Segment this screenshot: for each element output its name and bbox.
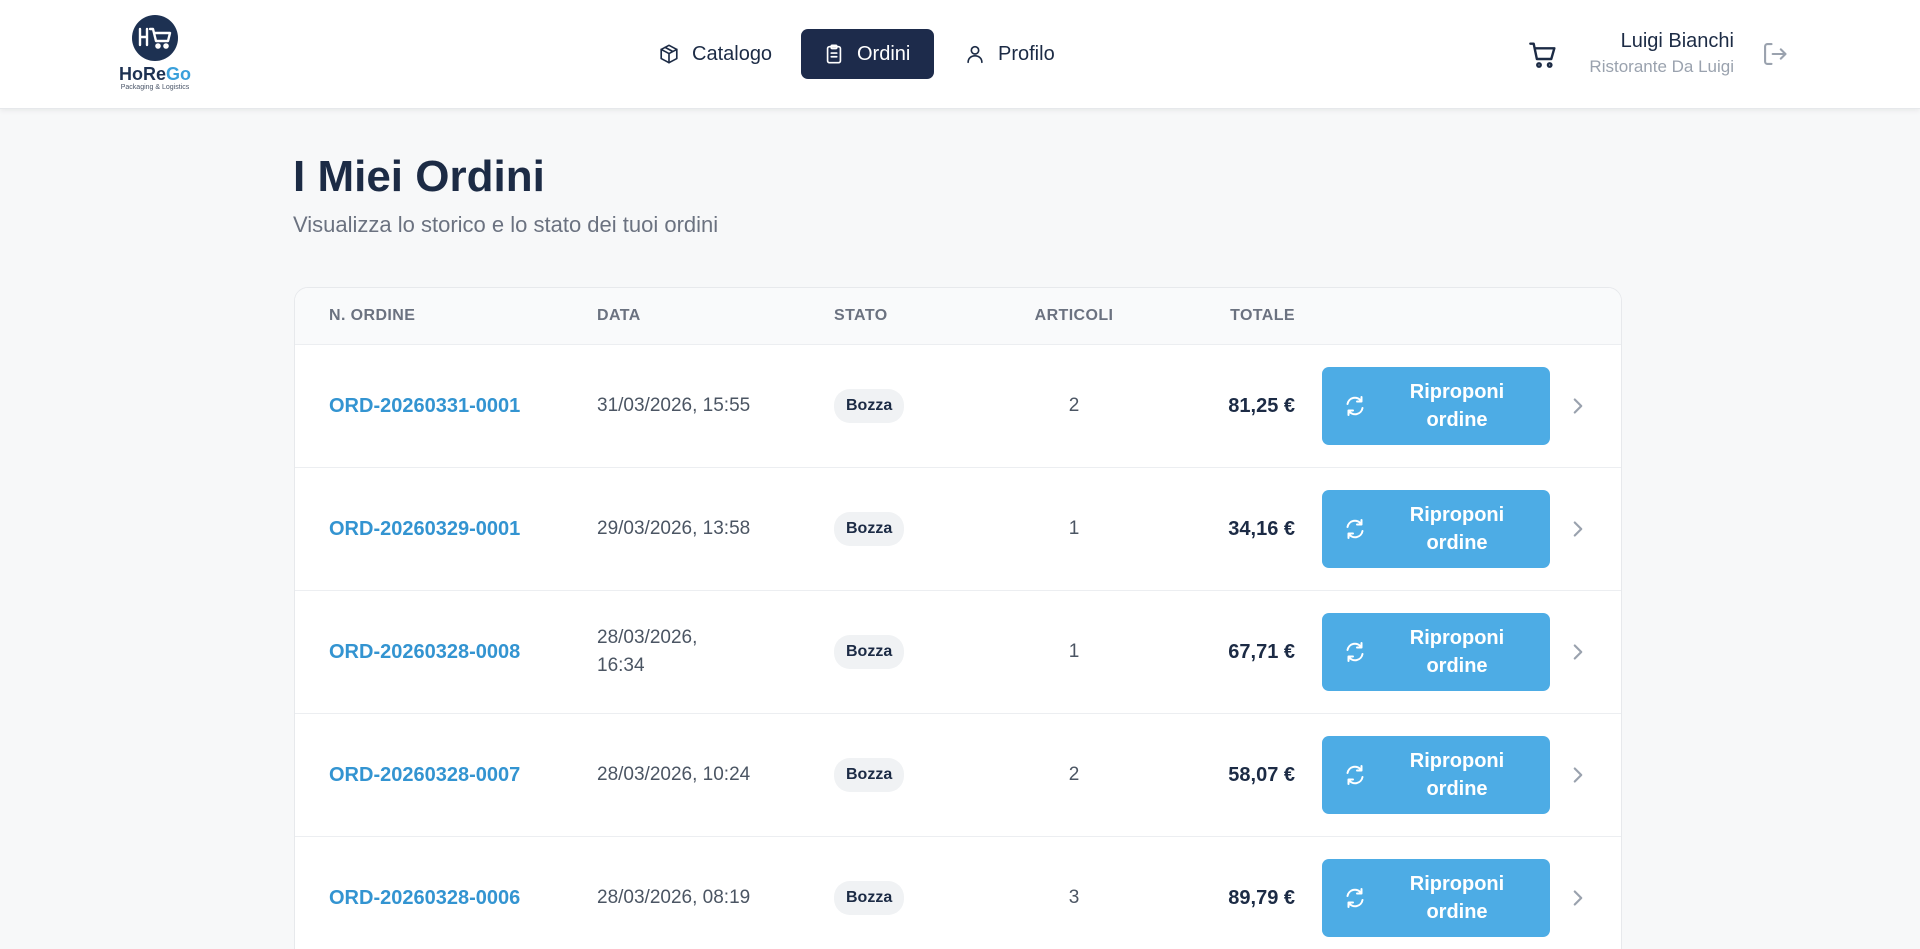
nav-ordini-label: Ordini xyxy=(857,42,911,65)
order-number-link[interactable]: ORD-20260328-0006 xyxy=(329,837,541,949)
table-row[interactable]: ORD-20260329-0001 29/03/2026, 13:58 Bozz… xyxy=(295,468,1621,591)
status-badge: Bozza xyxy=(834,758,905,792)
reorder-button-label: Riproponi ordine xyxy=(1409,381,1505,431)
column-header-total: TOTALE xyxy=(1230,307,1295,324)
box-icon xyxy=(660,44,678,64)
order-items-count: 3 xyxy=(1068,887,1080,908)
order-total: 34,16 € xyxy=(1228,517,1295,540)
order-number-link[interactable]: ORD-20260329-0001 xyxy=(329,468,541,590)
reorder-button[interactable]: Riproponi ordine xyxy=(1322,367,1550,445)
table-row[interactable]: ORD-20260328-0006 28/03/2026, 08:19 Bozz… xyxy=(295,837,1621,949)
page-title: I Miei Ordini xyxy=(293,152,545,201)
table-header: N. ORDINE DATA STATO ARTICOLI TOTALE xyxy=(295,288,1621,345)
chevron-right-icon[interactable] xyxy=(1565,516,1591,542)
refresh-icon xyxy=(1346,642,1364,662)
status-badge: Bozza xyxy=(834,512,905,546)
nav-profilo[interactable]: Profilo xyxy=(960,29,1072,79)
orders-table: N. ORDINE DATA STATO ARTICOLI TOTALE ORD… xyxy=(294,287,1622,949)
refresh-icon xyxy=(1346,519,1364,539)
order-date: 28/03/2026, 16:34 xyxy=(597,627,698,676)
column-header-number: N. ORDINE xyxy=(329,307,416,324)
reorder-button[interactable]: Riproponi ordine xyxy=(1322,736,1550,814)
logout-button[interactable] xyxy=(1761,40,1789,68)
status-cell: Bozza xyxy=(834,468,905,590)
table-row[interactable]: ORD-20260331-0001 31/03/2026, 15:55 Bozz… xyxy=(295,345,1621,468)
order-items-count: 1 xyxy=(1068,518,1080,539)
table-row[interactable]: ORD-20260328-0008 28/03/2026, 16:34 Bozz… xyxy=(295,591,1621,714)
order-total: 89,79 € xyxy=(1228,886,1295,909)
order-date: 31/03/2026, 15:55 xyxy=(597,395,751,416)
order-total: 81,25 € xyxy=(1228,394,1295,417)
status-cell: Bozza xyxy=(834,591,905,713)
status-cell: Bozza xyxy=(834,714,905,836)
refresh-icon xyxy=(1346,888,1364,908)
status-badge: Bozza xyxy=(834,881,905,915)
reorder-button[interactable]: Riproponi ordine xyxy=(1322,613,1550,691)
top-navbar: HoReGo Packaging & Logistics Catalogo Or… xyxy=(0,0,1920,109)
status-cell: Bozza xyxy=(834,345,905,467)
order-total: 67,71 € xyxy=(1228,640,1295,663)
status-cell: Bozza xyxy=(834,837,905,949)
reorder-button[interactable]: Riproponi ordine xyxy=(1322,490,1550,568)
column-header-status: STATO xyxy=(834,307,888,324)
order-date: 28/03/2026, 08:19 xyxy=(597,887,751,908)
nav-ordini[interactable]: Ordini xyxy=(801,29,934,79)
reorder-button-label: Riproponi ordine xyxy=(1409,504,1505,554)
order-number-link[interactable]: ORD-20260328-0007 xyxy=(329,714,541,836)
user-name: Luigi Bianchi xyxy=(1620,30,1734,52)
chevron-right-icon[interactable] xyxy=(1565,393,1591,419)
chevron-right-icon[interactable] xyxy=(1565,762,1591,788)
order-number-link[interactable]: ORD-20260331-0001 xyxy=(329,345,541,467)
cart-icon xyxy=(1529,42,1556,68)
chevron-right-icon[interactable] xyxy=(1565,885,1591,911)
table-row[interactable]: ORD-20260328-0007 28/03/2026, 10:24 Bozz… xyxy=(295,714,1621,837)
order-items-count: 1 xyxy=(1068,641,1080,662)
logout-icon xyxy=(1764,43,1787,65)
status-badge: Bozza xyxy=(834,389,905,423)
order-date: 28/03/2026, 10:24 xyxy=(597,764,751,785)
refresh-icon xyxy=(1346,765,1364,785)
nav-profilo-label: Profilo xyxy=(998,42,1055,65)
order-items-count: 2 xyxy=(1068,395,1080,416)
order-items-count: 2 xyxy=(1068,764,1080,785)
order-number-link[interactable]: ORD-20260328-0008 xyxy=(329,591,541,713)
reorder-button[interactable]: Riproponi ordine xyxy=(1322,859,1550,937)
reorder-button-label: Riproponi ordine xyxy=(1409,627,1505,677)
logo-cart-icon xyxy=(132,15,178,61)
page-subtitle: Visualizza lo storico e lo stato dei tuo… xyxy=(293,212,719,237)
column-header-items: ARTICOLI xyxy=(1034,307,1114,324)
reorder-button-label: Riproponi ordine xyxy=(1409,750,1505,800)
nav-catalogo-label: Catalogo xyxy=(692,42,773,65)
column-header-date: DATA xyxy=(597,307,641,324)
nav-catalogo[interactable]: Catalogo xyxy=(655,29,777,79)
user-company: Ristorante Da Luigi xyxy=(1589,57,1734,76)
order-date: 29/03/2026, 13:58 xyxy=(597,518,751,539)
clipboard-icon xyxy=(826,44,842,64)
user-icon xyxy=(967,45,983,64)
order-total: 58,07 € xyxy=(1228,763,1295,786)
status-badge: Bozza xyxy=(834,635,905,669)
logo[interactable]: HoReGo Packaging & Logistics xyxy=(113,15,197,95)
refresh-icon xyxy=(1346,396,1364,416)
chevron-right-icon[interactable] xyxy=(1565,639,1591,665)
logo-tagline: Packaging & Logistics xyxy=(120,84,190,91)
logo-wordmark: HoReGo xyxy=(118,64,191,84)
cart-button[interactable] xyxy=(1527,39,1559,71)
reorder-button-label: Riproponi ordine xyxy=(1409,873,1505,923)
